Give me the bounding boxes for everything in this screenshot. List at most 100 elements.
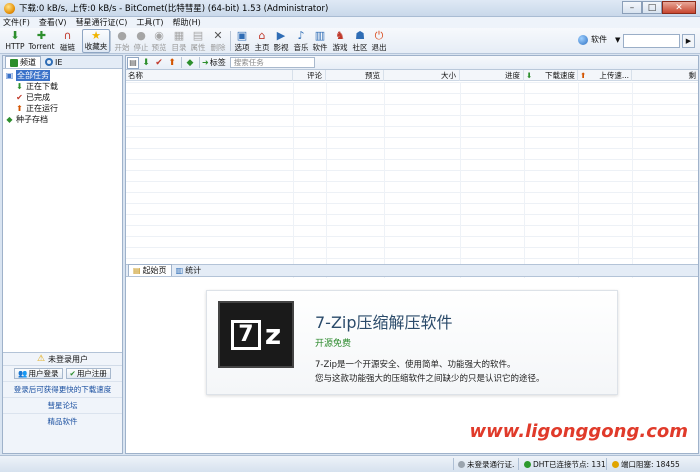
toolbar-button-3[interactable]: ★ 收藏夹 <box>82 29 110 53</box>
col-comment-label: 评论 <box>307 71 322 80</box>
toolbar-button-2[interactable]: ∩ 磁链 <box>57 29 78 53</box>
tag-button[interactable]: ➜ 标签 <box>202 57 226 68</box>
video-icon: ▶ <box>276 29 286 42</box>
web-search-input[interactable] <box>623 34 680 48</box>
ad-title[interactable]: 7-Zip压缩解压软件 <box>315 309 453 333</box>
task-tree: ▣ 全部任务 ⬇ 正在下载 ✔ 已完成 ⬆ 正在运行 ◆ 种子存档 <box>3 69 122 126</box>
toolbar-button-10[interactable]: ▣ 选项 <box>234 29 250 53</box>
status-login-text: 未登录通行证. <box>467 460 515 469</box>
column-headers: 名称 评论 预览 大小 进度 ⬇ 下载速度 ⬆ 上传速... 剩 <box>126 70 698 81</box>
col-size[interactable]: 大小 <box>384 70 460 81</box>
toolbar-button-7[interactable]: ▦ 目录 <box>171 29 187 53</box>
close-button[interactable]: ✕ <box>662 1 696 14</box>
ad-description-2: 您与这款功能强大的压缩软件之间缺少的只是认识它的途径。 <box>315 374 545 384</box>
minimize-button[interactable]: – <box>622 1 642 14</box>
upload-icon[interactable]: ⬆ <box>166 57 178 69</box>
task-panel: ▤ ⬇ ✔ ⬆ ◆ ➜ 标签 搜索任务 名称 评论 预览 大小 进度 ⬇ 下载速… <box>125 55 699 454</box>
ad-card-7zip[interactable]: 7 z 7-Zip压缩解压软件 开源免费 7-Zip是一个开源安全、使用简单、功… <box>206 290 618 395</box>
toolbar-button-16[interactable]: ☗ 社区 <box>352 29 368 53</box>
toolbar-button-8[interactable]: ▤ 属性 <box>190 29 206 53</box>
toolbar-button-label: 选项 <box>234 43 250 52</box>
start-page: 7 z 7-Zip压缩解压软件 开源免费 7-Zip是一个开源安全、使用简单、功… <box>126 278 698 453</box>
menu-view[interactable]: 查看(V) <box>39 17 67 28</box>
tab-start-page[interactable]: ▤ 起始页 <box>128 264 172 276</box>
col-preview[interactable]: 预览 <box>326 70 384 81</box>
toolbar-button-1[interactable]: ✚ Torrent <box>27 29 56 53</box>
login-warning-text: 未登录用户 <box>48 354 89 364</box>
up-arrow-icon: ⬆ <box>580 71 587 80</box>
col-download-speed[interactable]: ⬇ 下载速度 <box>524 70 578 81</box>
title-bar: 下载:0 kB/s, 上传:0 kB/s - BitComet(比特彗星) (6… <box>0 0 700 17</box>
status-login[interactable]: 未登录通行证. <box>458 459 514 470</box>
task-search-input[interactable]: 搜索任务 <box>229 57 315 68</box>
toolbar-button-label: 开始 <box>114 43 130 52</box>
col-upload-speed[interactable]: ⬆ 上传速... <box>578 70 632 81</box>
torrent-icon: ✚ <box>36 29 47 42</box>
tree-item-label: 正在运行 <box>26 104 58 113</box>
col-preview-label: 预览 <box>365 71 380 80</box>
down-arrow-icon: ⬇ <box>526 71 533 80</box>
list-view-icon[interactable]: ▤ <box>127 56 139 69</box>
toolbar-button-17[interactable]: ⏻ 退出 <box>371 29 387 53</box>
download-icon[interactable]: ⬇ <box>140 57 152 69</box>
status-dht[interactable]: DHT已连接节点: 131 <box>524 459 606 470</box>
menu-file[interactable]: 文件(F) <box>3 17 30 28</box>
toolbar-button-label: 软件 <box>312 43 328 52</box>
search-category-select[interactable]: 软件 ▼ <box>578 34 620 45</box>
toolbar-button-11[interactable]: ⌂ 主页 <box>254 29 270 53</box>
menu-passport[interactable]: 彗星通行证(C) <box>76 17 128 28</box>
web-search-button[interactable]: ▶ <box>682 34 695 48</box>
tree-item-2[interactable]: ✔ 已完成 <box>5 92 120 103</box>
tree-item-3[interactable]: ⬆ 正在运行 <box>5 103 120 114</box>
toolbar-button-6[interactable]: ◉ 预览 <box>151 29 167 53</box>
toolbar-button-14[interactable]: ▥ 软件 <box>312 29 328 53</box>
home-icon: ⌂ <box>258 29 266 42</box>
toolbar-button-label: 删除 <box>210 43 226 52</box>
faster-download-link[interactable]: 登录后可获得更快的下载速度 <box>3 381 122 397</box>
user-login-button[interactable]: 👥 用户登录 <box>14 368 63 379</box>
search-category-label: 软件 <box>591 35 607 44</box>
tag-icon: ➜ <box>202 58 209 67</box>
toolbar-button-15[interactable]: ♞ 游戏 <box>332 29 348 53</box>
tab-channel[interactable]: 频道 <box>5 56 41 68</box>
toolbar-button-13[interactable]: ♪ 音乐 <box>293 29 309 53</box>
tree-item-0[interactable]: ▣ 全部任务 <box>5 70 120 81</box>
col-comment[interactable]: 评论 <box>293 70 326 81</box>
forum-link[interactable]: 彗星论坛 <box>3 397 122 413</box>
user-register-button[interactable]: ✔ 用户注册 <box>65 368 111 379</box>
menu-tools[interactable]: 工具(T) <box>136 17 163 28</box>
toolbar-button-label: 社区 <box>352 43 368 52</box>
tree-item-icon: ⬇ <box>16 82 23 91</box>
globe-icon <box>578 34 588 45</box>
software-link[interactable]: 精品软件 <box>3 413 122 429</box>
status-bar: 未登录通行证. DHT已连接节点: 131 端口阻塞: 18455 <box>0 455 700 472</box>
start-icon: ● <box>117 29 127 42</box>
col-progress[interactable]: 进度 <box>460 70 524 81</box>
seed-icon[interactable]: ◆ <box>184 57 196 69</box>
status-port[interactable]: 端口阻塞: 18455 <box>612 459 680 470</box>
tree-item-1[interactable]: ⬇ 正在下载 <box>5 81 120 92</box>
tab-statistics[interactable]: ▥ 统计 <box>172 264 206 276</box>
favorites-icon: ★ <box>91 29 101 42</box>
status-dht-text: DHT已连接节点: 131 <box>533 460 606 469</box>
col-progress-label: 进度 <box>505 71 520 80</box>
tree-item-label: 已完成 <box>26 93 50 102</box>
chart-icon: ▥ <box>175 265 184 275</box>
col-name[interactable]: 名称 <box>126 70 293 81</box>
toolbar-button-12[interactable]: ▶ 影视 <box>273 29 289 53</box>
maximize-button[interactable]: □ <box>642 1 662 14</box>
game-icon: ♞ <box>335 29 345 42</box>
toolbar-button-5[interactable]: ● 停止 <box>133 29 149 53</box>
toolbar-button-9[interactable]: ✕ 删除 <box>210 29 226 53</box>
toolbar-button-0[interactable]: ⬇ HTTP <box>4 29 26 53</box>
completed-icon[interactable]: ✔ <box>153 57 165 69</box>
tab-ie[interactable]: IE <box>41 56 66 68</box>
tree-item-4[interactable]: ◆ 种子存档 <box>5 114 120 125</box>
menu-help[interactable]: 帮助(H) <box>173 17 201 28</box>
toolbar-button-4[interactable]: ● 开始 <box>114 29 130 53</box>
login-warning: ⚠ 未登录用户 <box>3 353 122 366</box>
window-title: 下载:0 kB/s, 上传:0 kB/s - BitComet(比特彗星) (6… <box>19 4 329 14</box>
toolbar-button-label: 收藏夹 <box>84 42 108 51</box>
properties-icon: ▤ <box>192 29 204 42</box>
col-remaining[interactable]: 剩 <box>632 70 698 81</box>
